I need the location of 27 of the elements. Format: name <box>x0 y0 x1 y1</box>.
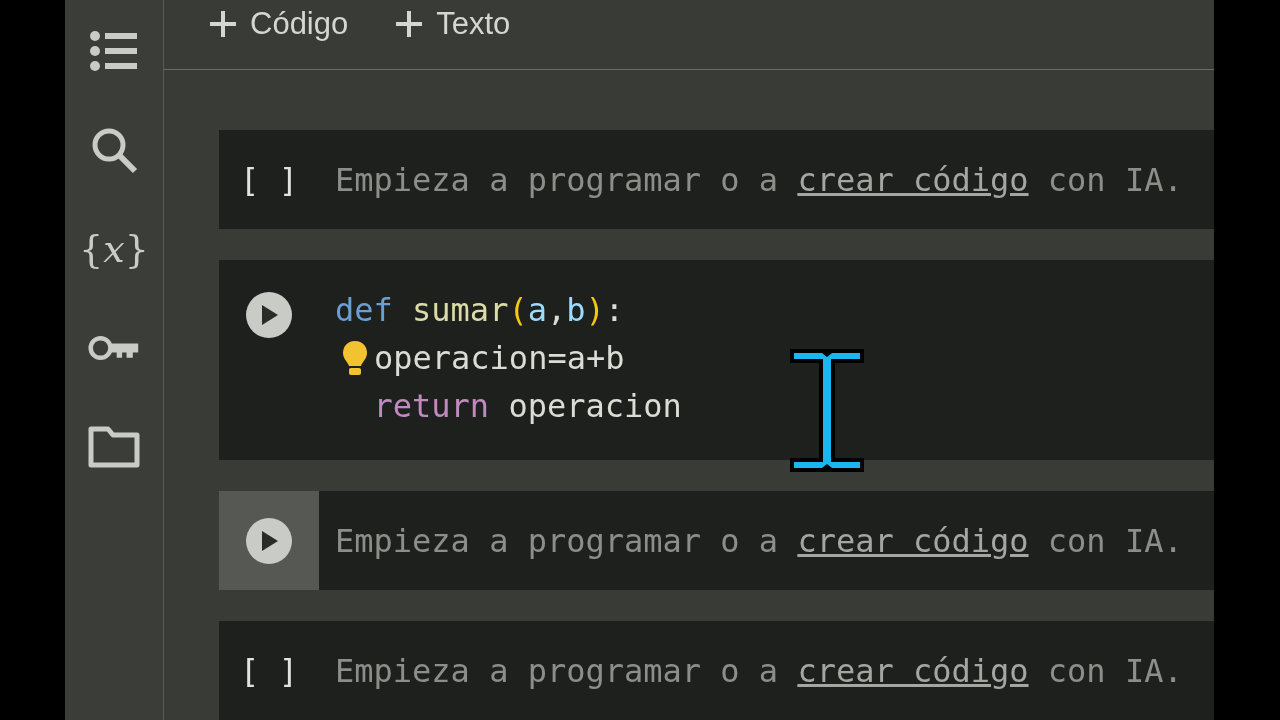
folder-icon <box>88 426 140 468</box>
code-cell[interactable]: Empieza a programar o a crear código con IA. <box>219 491 1214 590</box>
code-line: return operacion <box>372 387 682 425</box>
lightbulb-icon[interactable] <box>341 340 368 376</box>
search-icon <box>90 126 138 174</box>
add-cell-button[interactable]: Texto <box>392 2 515 46</box>
code-line: def sumar(a,b): <box>335 291 624 329</box>
cell-placeholder: Empieza a programar o a crear código con IA. <box>335 651 1183 690</box>
execution-count: [ ] <box>240 651 298 690</box>
run-button[interactable] <box>246 292 292 338</box>
cell-placeholder: Empieza a programar o a crear código con IA. <box>335 160 1183 199</box>
list-icon <box>90 30 138 72</box>
code-cell[interactable]: [ ] Empieza a programar o a crear código con IA. <box>219 621 1214 720</box>
create-code-link[interactable]: crear código <box>797 521 1029 560</box>
cell-placeholder: Empieza a programar o a crear código con IA. <box>335 521 1183 560</box>
code-line: operacion=a+b <box>374 339 625 377</box>
variables-icon[interactable]: {x} <box>79 223 149 275</box>
create-code-link[interactable]: crear código <box>797 651 1029 690</box>
run-button[interactable] <box>246 517 292 564</box>
text-cursor-icon <box>788 347 866 474</box>
execution-count: [ ] <box>240 160 298 199</box>
plus-icon <box>210 11 236 37</box>
plus-icon <box>396 11 423 37</box>
code-cell[interactable]: def sumar(a,b): operacion=a+b return operacion <box>219 260 1214 460</box>
code-cell[interactable]: [ ] Empieza a programar o a crear código con IA. <box>219 130 1214 229</box>
create-code-link[interactable]: crear código <box>797 160 1029 199</box>
add-cell-button[interactable]: Código <box>206 2 353 46</box>
